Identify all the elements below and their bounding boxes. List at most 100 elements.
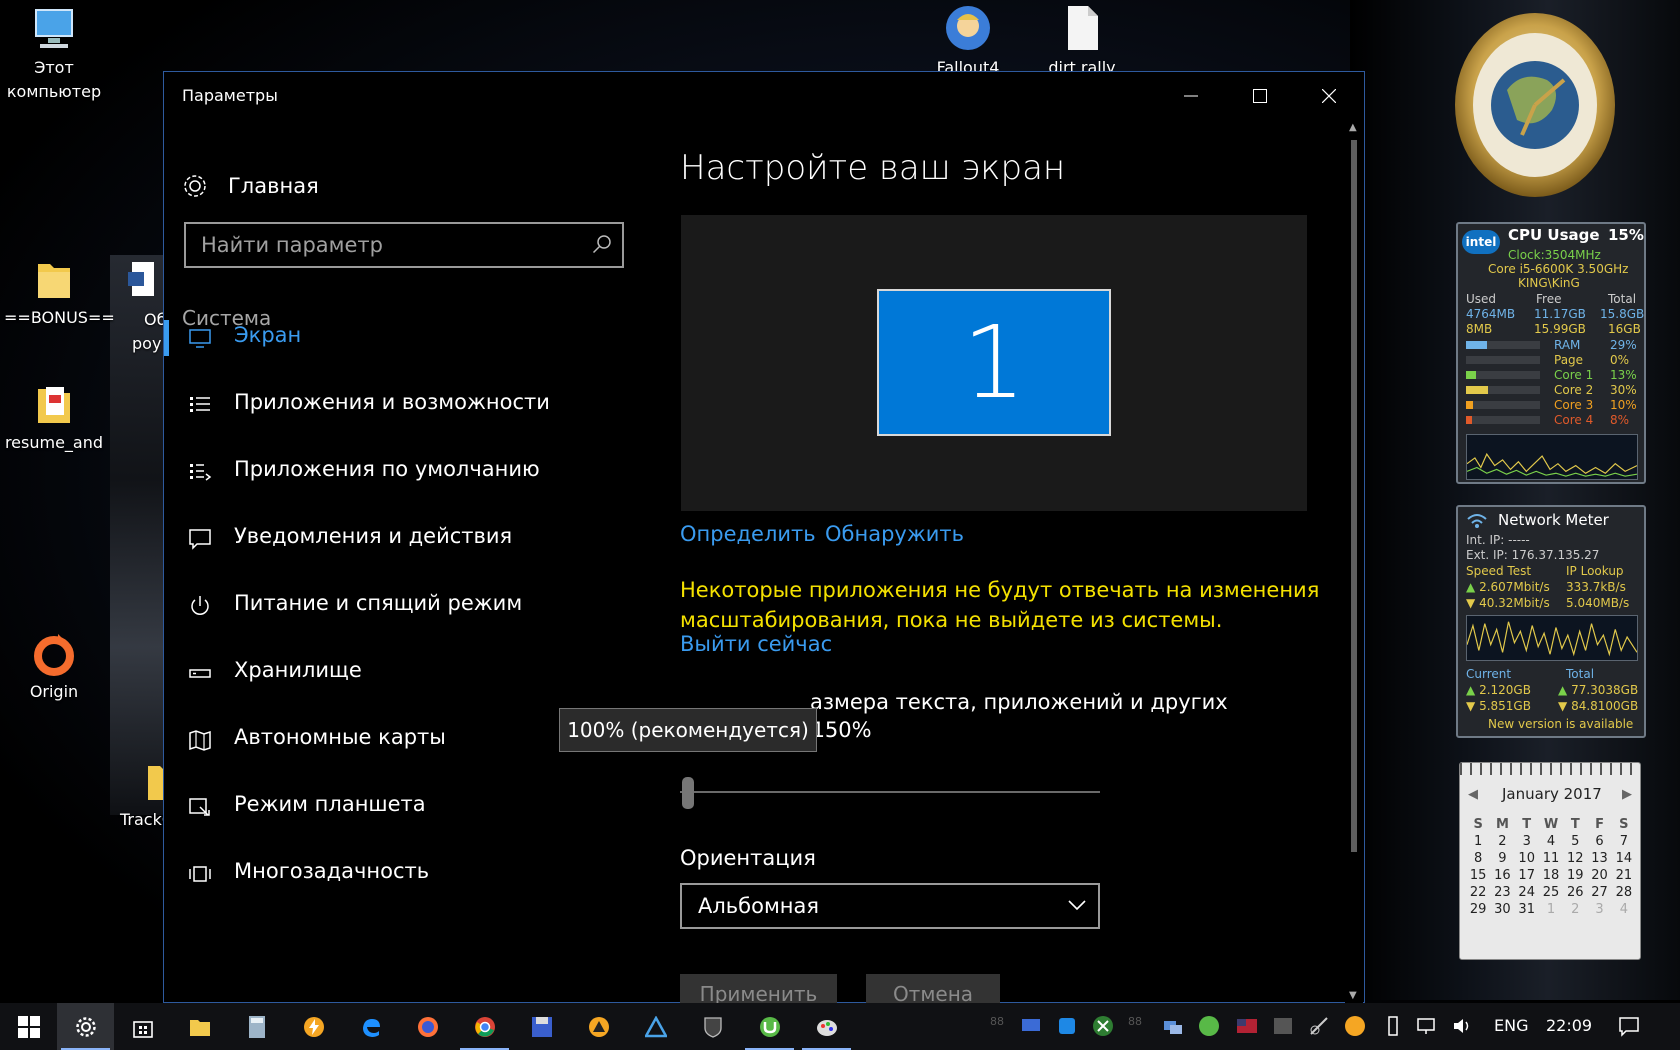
sidebar-item-4[interactable]: Уведомления и действия bbox=[164, 513, 644, 565]
action-center-icon[interactable] bbox=[1618, 1015, 1640, 1037]
calendar-day[interactable]: 2 bbox=[1563, 902, 1587, 917]
desktop-icon-trackg[interactable]: TrackG bbox=[114, 760, 180, 829]
calendar-day[interactable]: 15 bbox=[1466, 868, 1490, 883]
taskbar-chrome[interactable] bbox=[456, 1003, 513, 1050]
calendar-day[interactable]: 28 bbox=[1612, 885, 1636, 900]
sidebar-item-2[interactable]: Приложения и возможности bbox=[164, 379, 644, 431]
sidebar-item-3[interactable]: Приложения по умолчанию bbox=[164, 446, 644, 498]
close-button[interactable] bbox=[1294, 72, 1363, 120]
calendar-day[interactable]: 4 bbox=[1612, 902, 1636, 917]
calendar-day[interactable]: 1 bbox=[1539, 902, 1563, 917]
tray-orange-icon[interactable] bbox=[1344, 1015, 1366, 1037]
calendar-day[interactable]: 16 bbox=[1490, 868, 1514, 883]
sidebar-item-6[interactable]: Хранилище bbox=[164, 647, 644, 699]
calendar-day[interactable]: 26 bbox=[1563, 885, 1587, 900]
taskbar-world-of-tanks[interactable] bbox=[684, 1003, 741, 1050]
taskbar-edge[interactable] bbox=[342, 1003, 399, 1050]
orientation-select[interactable]: Альбомная bbox=[680, 883, 1100, 929]
new-version-link[interactable]: New version is available bbox=[1488, 717, 1633, 732]
calendar-day[interactable]: 31 bbox=[1515, 902, 1539, 917]
tray-app-icon[interactable] bbox=[1272, 1015, 1294, 1037]
usb-icon[interactable] bbox=[1382, 1015, 1404, 1037]
cpu-usage-gadget[interactable]: intel CPU Usage 15% Clock:3504MHz Core i… bbox=[1456, 222, 1646, 484]
calendar-day[interactable]: 18 bbox=[1539, 868, 1563, 883]
identify-link[interactable]: Определить bbox=[680, 522, 816, 546]
tray-satellite-icon[interactable] bbox=[1308, 1015, 1330, 1037]
calendar-day[interactable]: 21 bbox=[1612, 868, 1636, 883]
calendar-day[interactable]: 3 bbox=[1515, 834, 1539, 849]
tray-utorrent-icon[interactable] bbox=[1198, 1015, 1220, 1037]
ip-lookup-link[interactable]: IP Lookup bbox=[1566, 564, 1624, 579]
detect-link[interactable]: Обнаружить bbox=[825, 522, 964, 546]
prev-month-icon[interactable]: ◀ bbox=[1468, 787, 1478, 802]
world-clock-gadget[interactable] bbox=[1452, 10, 1618, 202]
vertical-scrollbar[interactable]: ▲ ▼ bbox=[1345, 120, 1363, 1003]
volume-icon[interactable] bbox=[1452, 1015, 1474, 1037]
sidebar-item-8[interactable]: Режим планшета bbox=[164, 781, 644, 833]
clock-time[interactable]: 22:09 bbox=[1546, 1016, 1592, 1035]
taskbar-save-app[interactable] bbox=[513, 1003, 570, 1050]
sidebar-item-1[interactable]: Экран bbox=[164, 312, 644, 364]
taskbar-calculator[interactable] bbox=[228, 1003, 285, 1050]
sidebar-item-9[interactable]: Многозадачность bbox=[164, 848, 644, 900]
desktop-icon-resume[interactable]: resume_and bbox=[4, 383, 104, 455]
network-meter-gadget[interactable]: Network Meter Int. IP: ----- Ext. IP: 17… bbox=[1456, 505, 1646, 738]
speed-test-link[interactable]: Speed Test bbox=[1466, 564, 1531, 579]
calendar-day[interactable]: 9 bbox=[1490, 851, 1514, 866]
minimize-button[interactable] bbox=[1156, 72, 1225, 120]
calendar-day[interactable]: 4 bbox=[1539, 834, 1563, 849]
next-month-icon[interactable]: ▶ bbox=[1622, 787, 1632, 802]
tray-x-icon[interactable] bbox=[1092, 1015, 1114, 1037]
taskbar-explorer[interactable] bbox=[171, 1003, 228, 1050]
scale-slider[interactable] bbox=[680, 776, 1100, 810]
calendar-day[interactable]: 14 bbox=[1612, 851, 1636, 866]
desktop-icon-origin[interactable]: Origin bbox=[4, 632, 104, 704]
desktop-icon-bonus[interactable]: ==BONUS== bbox=[4, 258, 115, 330]
calendar-day[interactable]: 12 bbox=[1563, 851, 1587, 866]
calendar-day[interactable]: 27 bbox=[1587, 885, 1611, 900]
title-bar[interactable]: Параметры bbox=[164, 72, 1364, 120]
tray-network-app-icon[interactable] bbox=[1056, 1015, 1078, 1037]
desktop-icon-fallout4[interactable]: Fallout4 bbox=[918, 4, 1018, 80]
calendar-day[interactable]: 6 bbox=[1587, 834, 1611, 849]
calendar-day[interactable]: 19 bbox=[1563, 868, 1587, 883]
calendar-day[interactable]: 13 bbox=[1587, 851, 1611, 866]
calendar-day[interactable]: 23 bbox=[1490, 885, 1514, 900]
monitor-1[interactable]: 1 bbox=[877, 289, 1111, 436]
sidebar-item-5[interactable]: Питание и спящий режим bbox=[164, 580, 644, 632]
tray-icon-5[interactable]: 88 bbox=[1128, 1015, 1150, 1037]
taskbar-settings[interactable] bbox=[57, 1003, 114, 1050]
home-link[interactable]: Главная bbox=[182, 168, 319, 204]
calendar-day[interactable]: 24 bbox=[1515, 885, 1539, 900]
taskbar-utorrent[interactable] bbox=[741, 1003, 798, 1050]
calendar-day[interactable]: 5 bbox=[1563, 834, 1587, 849]
desktop-icon-dirt-rally[interactable]: dirt rally bbox=[1032, 4, 1132, 80]
cancel-button[interactable]: Отмена bbox=[866, 974, 1000, 1003]
signout-link[interactable]: Выйти сейчас bbox=[680, 632, 832, 656]
search-input[interactable]: Найти параметр bbox=[184, 222, 624, 268]
tray-monitor-icon[interactable] bbox=[1020, 1015, 1042, 1037]
calendar-day[interactable]: 30 bbox=[1490, 902, 1514, 917]
tray-windows-icon[interactable] bbox=[1162, 1015, 1184, 1037]
desktop-icon-this-pc[interactable]: Этот компьютер bbox=[4, 8, 104, 104]
calendar-day[interactable]: 25 bbox=[1539, 885, 1563, 900]
calendar-day[interactable]: 8 bbox=[1466, 851, 1490, 866]
taskbar-firefox[interactable] bbox=[399, 1003, 456, 1050]
calendar-day[interactable]: 11 bbox=[1539, 851, 1563, 866]
scrollbar-thumb[interactable] bbox=[1351, 140, 1357, 852]
calendar-day[interactable]: 1 bbox=[1466, 834, 1490, 849]
tray-flag-icon[interactable] bbox=[1236, 1015, 1258, 1037]
calendar-day[interactable]: 20 bbox=[1587, 868, 1611, 883]
calendar-day[interactable]: 29 bbox=[1466, 902, 1490, 917]
maximize-button[interactable] bbox=[1225, 72, 1294, 120]
calendar-day[interactable]: 22 bbox=[1466, 885, 1490, 900]
taskbar-app-triangle[interactable] bbox=[570, 1003, 627, 1050]
apply-button[interactable]: Применить bbox=[680, 974, 837, 1003]
desktop-icon-word[interactable]: Об роу bbox=[128, 260, 168, 353]
calendar-day[interactable]: 7 bbox=[1612, 834, 1636, 849]
slider-thumb[interactable] bbox=[682, 777, 694, 809]
calendar-gadget[interactable]: ◀ January 2017 ▶ S M T W T F S 1 2 3 4 5 6 7 8 9 10 11 12 1… bbox=[1459, 762, 1641, 960]
calendar-day[interactable]: 2 bbox=[1490, 834, 1514, 849]
taskbar-store[interactable] bbox=[114, 1003, 171, 1050]
language-indicator[interactable]: ENG bbox=[1494, 1016, 1528, 1035]
